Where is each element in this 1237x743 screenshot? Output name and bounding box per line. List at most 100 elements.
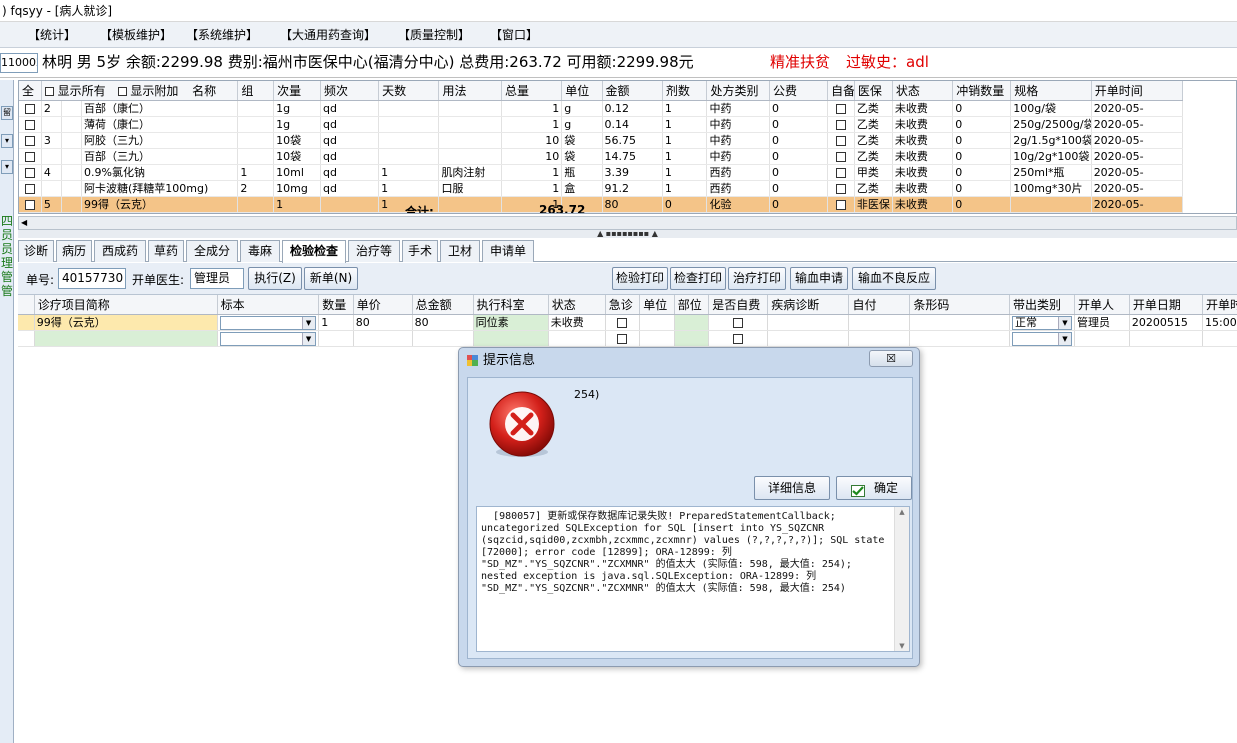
scroll-up-arrow-icon[interactable]: ▲	[895, 507, 909, 517]
carry-category-dropdown[interactable]: ▼	[1011, 331, 1072, 345]
row-select-checkbox[interactable]	[24, 167, 35, 178]
rx-self-cell[interactable]	[827, 116, 855, 133]
self-supply-checkbox[interactable]	[836, 183, 846, 194]
tab-full-ingredients[interactable]: 全成分	[186, 240, 238, 262]
tab-treatment[interactable]: 治疗等	[348, 240, 400, 262]
close-button[interactable]: ☒	[869, 350, 913, 367]
menu-statistics[interactable]: 【统计】	[28, 26, 76, 43]
rx-row[interactable]: 2 百部（康仁） 1g qd 1 g 0.12 1 中药 0 乙类 未收费 0 100g/袋 2020-05…	[19, 100, 1236, 117]
lab-specimen-cell[interactable]: ▼	[217, 330, 320, 347]
rx-self-cell[interactable]	[827, 132, 855, 149]
emergency-checkbox[interactable]	[617, 317, 628, 328]
rx-self-cell[interactable]	[827, 196, 855, 213]
self-supply-checkbox[interactable]	[836, 167, 846, 178]
lab-site-empty[interactable]	[674, 330, 710, 347]
lab-self-pay-cell[interactable]	[708, 330, 769, 347]
lab-category-cell[interactable]: 正常 ▼	[1009, 314, 1076, 331]
rx-select-cell[interactable]	[19, 180, 42, 197]
menu-system-maintenance[interactable]: 【系统维护】	[186, 26, 258, 43]
rx-select-cell[interactable]	[19, 132, 42, 149]
lab-disease[interactable]	[767, 314, 850, 331]
panel-splitter[interactable]: ▲ ▪▪▪▪▪▪▪▪ ▲	[18, 230, 1237, 238]
rx-row[interactable]: 3 阿胶（三九） 10袋 qd 10 袋 56.75 1 中药 0 乙类 未收费 0 2g/1.5g*10…	[19, 132, 1236, 149]
lab-item-empty[interactable]	[34, 330, 218, 347]
lab-print-button[interactable]: 检验打印	[612, 267, 668, 290]
tab-medical-record[interactable]: 病历	[56, 240, 92, 262]
lab-item-name[interactable]: 99得（云克）	[34, 314, 218, 331]
specimen-dropdown[interactable]: ▼	[219, 331, 316, 345]
row-select-checkbox[interactable]	[24, 151, 35, 162]
rx-select-cell[interactable]	[19, 116, 42, 133]
self-supply-checkbox[interactable]	[836, 151, 846, 162]
self-supply-checkbox[interactable]	[836, 119, 846, 130]
ok-button[interactable]: 确定	[836, 476, 912, 500]
blood-apply-button[interactable]: 输血申请	[790, 267, 848, 290]
rx-self-cell[interactable]	[827, 100, 855, 117]
check-print-button[interactable]: 检查打印	[670, 267, 726, 290]
lab-self-pay-cell[interactable]	[708, 314, 769, 331]
show-all-checkbox[interactable]	[44, 86, 54, 96]
error-detail-scrollbar[interactable]: ▲ ▼	[894, 507, 909, 651]
carry-category-dropdown[interactable]: 正常 ▼	[1011, 315, 1072, 329]
tab-application[interactable]: 申请单	[482, 240, 534, 262]
rx-self-cell[interactable]	[827, 164, 855, 181]
rx-row[interactable]: 4 0.9%氯化钠 1 10ml qd 1 肌肉注射 1 瓶 3.39 1 西药 0 甲类 未收费 0 250m…	[19, 164, 1236, 181]
self-supply-checkbox[interactable]	[836, 199, 846, 210]
self-supply-checkbox[interactable]	[836, 135, 846, 146]
rx-horizontal-scrollbar[interactable]: ◀	[18, 216, 1237, 230]
treatment-print-button[interactable]: 治疗打印	[728, 267, 786, 290]
row-select-checkbox[interactable]	[24, 199, 35, 210]
tab-western-medicine[interactable]: 西成药	[94, 240, 146, 262]
rx-row[interactable]: 薄荷（康仁） 1g qd 1 g 0.14 1 中药 0 乙类 未收费 0 250g/2500g/袋 20…	[19, 116, 1236, 133]
self-supply-checkbox[interactable]	[836, 103, 846, 114]
tab-narcotics[interactable]: 毒麻	[240, 240, 280, 262]
doctor-input[interactable]: 管理员	[190, 268, 244, 289]
row-select-checkbox[interactable]	[24, 119, 35, 130]
lab-category-cell[interactable]: ▼	[1009, 330, 1076, 347]
row-select-checkbox[interactable]	[24, 135, 35, 146]
lab-empty-row[interactable]: ▼ ▼	[18, 330, 1237, 347]
rx-select-cell[interactable]	[19, 100, 42, 117]
row-select-checkbox[interactable]	[24, 103, 35, 114]
lab-site[interactable]	[674, 314, 710, 331]
rx-select-cell[interactable]	[19, 196, 42, 213]
self-pay-checkbox[interactable]	[733, 317, 744, 328]
rx-row[interactable]: 5 99得（云克） 1 1 1 80 0 化验 0 非医保 未收费 0 2020-05-	[19, 196, 1236, 213]
rx-row[interactable]: 百部（三九） 10袋 qd 10 袋 14.75 1 中药 0 乙类 未收费 0 10g/2g*100袋…	[19, 148, 1236, 165]
tab-surgery[interactable]: 手术	[402, 240, 438, 262]
lab-specimen-cell[interactable]: ▼	[217, 314, 320, 331]
row-select-checkbox[interactable]	[24, 183, 35, 194]
specimen-dropdown[interactable]: ▼	[219, 315, 316, 329]
lab-dept[interactable]: 同位素	[473, 314, 549, 331]
menu-drug-query[interactable]: 【大通用药查询】	[280, 26, 376, 43]
show-extra-checkbox[interactable]	[117, 86, 127, 96]
lab-qty[interactable]: 1	[318, 314, 354, 331]
menu-template-maintenance[interactable]: 【模板维护】	[100, 26, 172, 43]
rx-select-cell[interactable]	[19, 164, 42, 181]
error-detail-text[interactable]: [980057] 更新或保存数据库记录失败! PreparedStatement…	[476, 506, 910, 652]
order-no-input[interactable]: 40157730	[58, 268, 126, 289]
execute-button[interactable]: 执行(Z)	[248, 267, 302, 290]
side-dropdown-arrow-icon-2[interactable]: ▾	[1, 160, 13, 174]
detail-info-button[interactable]: 详细信息	[754, 476, 830, 500]
side-dropdown-arrow-icon[interactable]: ▾	[1, 134, 13, 148]
tab-supplies[interactable]: 卫材	[440, 240, 480, 262]
lab-dept-empty[interactable]	[473, 330, 549, 347]
lab-emergency-cell[interactable]	[605, 330, 641, 347]
patient-id-field[interactable]: 1100027	[0, 53, 38, 73]
emergency-checkbox[interactable]	[617, 333, 628, 344]
rx-col-all[interactable]: 全	[19, 81, 42, 101]
rx-select-cell[interactable]	[19, 148, 42, 165]
self-pay-checkbox[interactable]	[733, 333, 744, 344]
tab-herbal[interactable]: 草药	[148, 240, 184, 262]
new-order-button[interactable]: 新单(N)	[304, 267, 358, 290]
tab-lab-exam[interactable]: 检验检查	[282, 240, 346, 263]
rx-self-cell[interactable]	[827, 180, 855, 197]
side-label-stay[interactable]: 留	[1, 106, 13, 120]
blood-adverse-button[interactable]: 输血不良反应	[852, 267, 936, 290]
tab-diagnosis[interactable]: 诊断	[18, 240, 54, 262]
menu-window[interactable]: 【窗口】	[490, 26, 538, 43]
scroll-left-arrow-icon[interactable]: ◀	[21, 218, 31, 228]
lab-row[interactable]: 99得（云克） ▼ 1 80 80 同位素 未收费 正常 ▼ 管理员 202005…	[18, 314, 1237, 331]
scroll-down-arrow-icon[interactable]: ▼	[895, 641, 909, 651]
